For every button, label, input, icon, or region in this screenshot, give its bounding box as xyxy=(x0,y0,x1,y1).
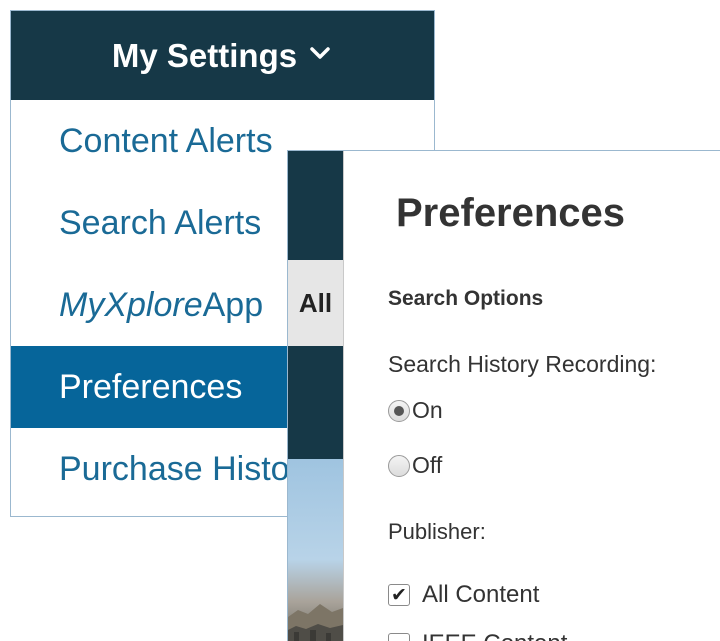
ieee-content-label: IEEE Content xyxy=(422,630,567,641)
checkbox-ieee-content[interactable] xyxy=(388,633,410,641)
menu-item-label: Preferences xyxy=(59,367,243,406)
all-tab[interactable]: All xyxy=(288,260,343,346)
all-content-label: All Content xyxy=(422,581,540,608)
my-settings-title: My Settings xyxy=(111,36,298,74)
background-photo xyxy=(288,459,343,641)
radio-on-label: On xyxy=(412,397,443,423)
checkbox-all-content[interactable]: ✔ xyxy=(388,584,410,606)
menu-item-label: Search Alerts xyxy=(59,203,262,242)
menu-item-label-rest: App xyxy=(202,285,264,324)
chevron-down-icon xyxy=(307,40,333,71)
search-history-label: Search History Recording: xyxy=(388,351,657,377)
menu-item-label-italic: MyXplore xyxy=(59,285,203,324)
preferences-title: Preferences xyxy=(396,191,626,235)
preferences-overlay: All Preferences Search Options Search Hi… xyxy=(287,150,720,641)
background-page-strip: All xyxy=(288,151,344,641)
menu-item-label: Purchase History xyxy=(59,449,318,488)
publisher-ieee-content-option[interactable]: IEEE Content xyxy=(388,630,567,641)
radio-on[interactable] xyxy=(388,399,410,422)
history-on-option[interactable]: On xyxy=(388,397,443,424)
publisher-all-content-option[interactable]: ✔ All Content xyxy=(388,581,539,609)
radio-off-label: Off xyxy=(412,452,443,478)
preferences-panel: Preferences Search Options Search Histor… xyxy=(388,151,720,641)
radio-off[interactable] xyxy=(388,454,410,477)
my-settings-header[interactable]: My Settings xyxy=(11,11,434,100)
history-off-option[interactable]: Off xyxy=(388,452,442,479)
background-nav-band xyxy=(288,346,343,459)
search-options-heading: Search Options xyxy=(388,287,544,310)
menu-item-label: Content Alerts xyxy=(59,121,273,160)
all-tab-label: All xyxy=(298,287,333,318)
background-header-band xyxy=(288,151,343,260)
publisher-label: Publisher: xyxy=(388,519,486,544)
